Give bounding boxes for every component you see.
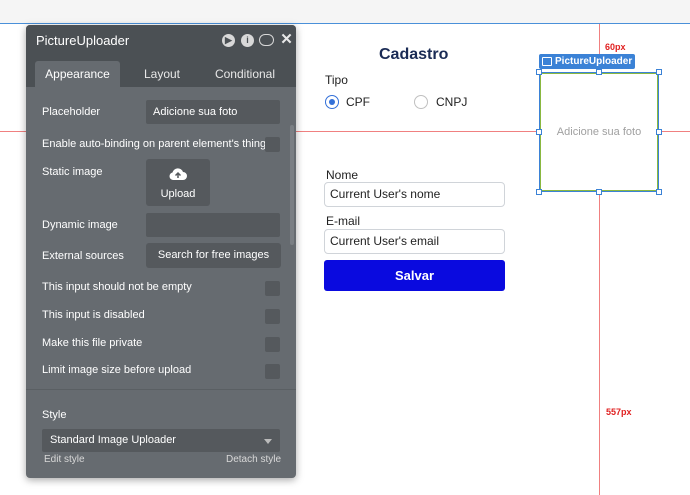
close-icon[interactable]: ✕ (280, 32, 293, 47)
upload-label: Upload (160, 188, 196, 200)
image-icon (542, 57, 552, 66)
radio-cnpj[interactable] (414, 95, 428, 109)
external-sources-label: External sources (42, 250, 124, 262)
disabled-label: This input is disabled (42, 309, 145, 321)
limit-size-checkbox[interactable] (265, 364, 280, 379)
static-image-label: Static image (42, 166, 103, 178)
save-button[interactable]: Salvar (324, 260, 505, 291)
resize-handle-top-left[interactable] (536, 69, 542, 75)
detach-style-link[interactable]: Detach style (226, 454, 281, 465)
email-input[interactable]: Current User's email (324, 229, 505, 254)
panel-scrollbar[interactable] (290, 125, 294, 245)
resize-handle-bottom-right[interactable] (656, 189, 662, 195)
not-empty-checkbox[interactable] (265, 281, 280, 296)
resize-handle-left[interactable] (536, 129, 542, 135)
picture-uploader-tag[interactable]: PictureUploader (539, 54, 635, 69)
nome-input[interactable]: Current User's nome (324, 182, 505, 207)
style-select-value: Standard Image Uploader (50, 434, 176, 446)
play-icon[interactable]: ▶ (222, 34, 235, 47)
tab-layout[interactable]: Layout (126, 61, 198, 87)
upload-button[interactable]: Upload (146, 159, 210, 206)
panel-title: PictureUploader (36, 33, 130, 48)
radio-cpf[interactable] (325, 95, 339, 109)
radio-cnpj-label: CNPJ (436, 95, 468, 109)
email-label: E-mail (326, 214, 361, 228)
not-empty-label: This input should not be empty (42, 281, 192, 293)
resize-handle-bottom[interactable] (596, 189, 602, 195)
private-label: Make this file private (42, 337, 143, 349)
radio-cpf-label: CPF (346, 95, 370, 109)
form-title: Cadastro (379, 46, 449, 63)
resize-handle-right[interactable] (656, 129, 662, 135)
cloud-upload-icon (169, 168, 187, 180)
style-select[interactable]: Standard Image Uploader (42, 429, 280, 452)
info-icon[interactable]: i (241, 34, 254, 47)
disabled-checkbox[interactable] (265, 309, 280, 324)
picture-uploader[interactable]: Adicione sua foto (539, 72, 659, 192)
chevron-down-icon (264, 439, 272, 444)
property-editor-panel: PictureUploader ▶ i ✕ Appearance Layout … (26, 25, 296, 478)
picture-uploader-tag-label: PictureUploader (555, 56, 633, 67)
style-label: Style (42, 409, 67, 421)
top-distance-label: 60px (605, 42, 626, 52)
dynamic-image-input[interactable] (146, 213, 280, 237)
placeholder-input[interactable]: Adicione sua foto (146, 100, 280, 124)
comment-icon[interactable] (259, 34, 274, 46)
placeholder-label: Placeholder (42, 106, 101, 118)
tab-conditional[interactable]: Conditional (206, 61, 284, 87)
panel-divider (26, 389, 296, 390)
dynamic-image-label: Dynamic image (42, 219, 118, 231)
edit-style-link[interactable]: Edit style (44, 454, 85, 465)
auto-binding-label: Enable auto-binding on parent element's … (42, 138, 267, 150)
search-images-button[interactable]: Search for free images (146, 243, 281, 268)
resize-handle-top[interactable] (596, 69, 602, 75)
limit-size-label: Limit image size before upload (42, 364, 192, 376)
nome-label: Nome (326, 168, 359, 182)
picture-uploader-placeholder: Adicione sua foto (556, 126, 642, 138)
private-checkbox[interactable] (265, 337, 280, 352)
tab-appearance[interactable]: Appearance (35, 61, 120, 87)
auto-binding-checkbox[interactable] (265, 137, 280, 152)
tipo-label: Tipo (325, 73, 348, 87)
canvas-top-strip (0, 0, 690, 24)
resize-handle-bottom-left[interactable] (536, 189, 542, 195)
panel-tabs: Appearance Layout Conditional (26, 56, 296, 87)
resize-handle-top-right[interactable] (656, 69, 662, 75)
right-distance-label: 557px (606, 407, 632, 417)
panel-header[interactable]: PictureUploader ▶ i ✕ (26, 25, 296, 56)
